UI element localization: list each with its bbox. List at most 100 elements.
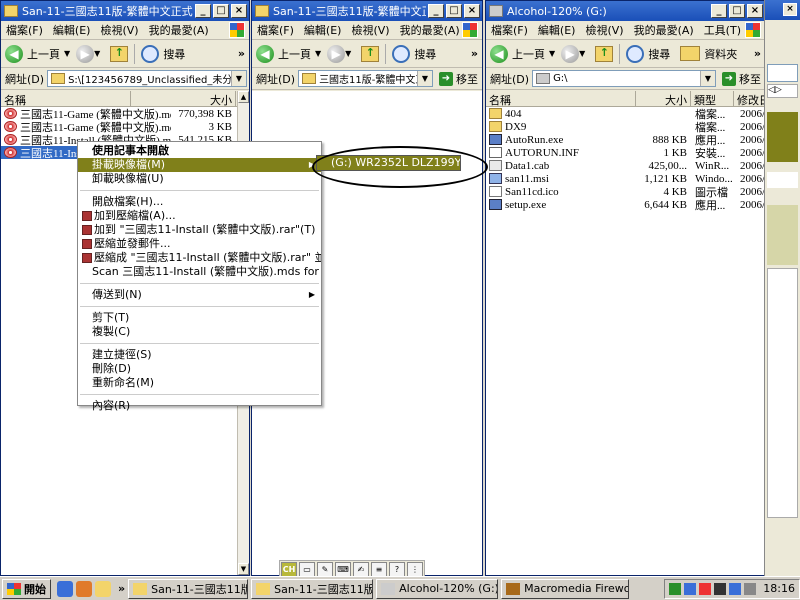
folder-up-icon[interactable]: ↑ <box>361 45 380 62</box>
search-icon[interactable] <box>626 44 645 63</box>
menu-item-send-to[interactable]: 傳送到(N) ▶ <box>78 288 321 302</box>
file-row[interactable]: AutoRun.exe 888 KB 應用... 2006/5/ <box>486 133 765 146</box>
menu-item-mount-image[interactable]: 掛載映像檔(M) ▶ <box>78 158 321 172</box>
folder-up-icon[interactable]: ↑ <box>595 45 614 62</box>
menu-favorites[interactable]: 我的最愛(A) <box>144 22 214 38</box>
menu-file[interactable]: 檔案(F) <box>486 22 533 38</box>
search-button[interactable]: 搜尋 <box>414 46 436 62</box>
ime-fullwidth-icon[interactable]: ▭ <box>299 561 315 577</box>
minimize-button[interactable]: _ <box>195 4 211 18</box>
close-button[interactable]: × <box>464 4 480 18</box>
menu-tools[interactable]: 工具(T) <box>699 22 746 38</box>
tray-icon[interactable] <box>669 582 682 595</box>
menu-item-properties[interactable]: 內容(R) <box>78 399 321 413</box>
tray-icon[interactable] <box>744 582 757 595</box>
address-input[interactable]: G:\ ▼ <box>532 70 716 87</box>
folders-button[interactable]: 資料夾 <box>704 46 737 62</box>
file-row[interactable]: San11cd.ico 4 KB 圖示檔 2006/5/ <box>486 185 765 198</box>
address-input[interactable]: 三國志11版-繁體中文正式版 ▼ <box>298 70 433 87</box>
column-name[interactable]: 名稱 <box>1 91 131 106</box>
close-button[interactable]: × <box>231 4 247 18</box>
column-name[interactable]: 名稱 <box>486 91 636 106</box>
taskbar-task[interactable]: San-11-三國志11版-繁... <box>251 578 374 599</box>
ie-icon[interactable] <box>57 580 73 597</box>
taskbar-task[interactable]: San-11-三國志11版-繁... <box>128 578 249 599</box>
quick-launch-chevron[interactable]: » <box>118 582 125 595</box>
go-button[interactable]: ➜ 移至 <box>722 71 761 87</box>
taskbar-task[interactable]: Macromedia Fireworks M... <box>501 578 630 599</box>
title-bar[interactable]: San-11-三國志11版-繁體中文正式版 _ □ × <box>252 1 482 21</box>
back-dropdown-icon[interactable]: ▼ <box>64 49 70 58</box>
scroll-down-icon[interactable]: ▼ <box>238 563 249 575</box>
folder-up-icon[interactable]: ↑ <box>110 45 129 62</box>
title-bar[interactable]: San-11-三國志11版-繁體中文正式版-[Cyndi] _ □ × <box>1 1 249 21</box>
search-icon[interactable] <box>392 44 411 63</box>
tray-icon[interactable] <box>729 582 742 595</box>
file-row[interactable]: 404 檔案... 2006/7/ <box>486 107 765 120</box>
search-button[interactable]: 搜尋 <box>163 46 185 62</box>
clock[interactable]: 18:16 <box>763 582 795 595</box>
menu-item-add-archive[interactable]: 加到壓縮檔(A)... <box>78 209 321 223</box>
file-row[interactable]: 三國志11-Game (繁體中文版).mds 3 KB M <box>1 120 249 133</box>
forward-arrow-icon[interactable]: ▶ <box>76 44 95 63</box>
menu-item-open-notepad[interactable]: 使用記事本開啟 <box>78 144 321 158</box>
menu-view[interactable]: 檢視(V) <box>95 22 143 38</box>
back-button[interactable]: 上一頁 <box>512 46 545 62</box>
folders-icon[interactable] <box>680 46 701 61</box>
ime-menu-icon[interactable]: ≡ <box>371 561 387 577</box>
maximize-button[interactable]: □ <box>213 4 229 18</box>
menu-item-compress-email[interactable]: 壓縮並發郵件... <box>78 237 321 251</box>
menu-item-open-file[interactable]: 開啟檔案(H)... <box>78 195 321 209</box>
menu-item-copy[interactable]: 複製(C) <box>78 325 321 339</box>
column-size[interactable]: 大小 <box>131 91 236 106</box>
panel-footer[interactable] <box>767 560 798 574</box>
toolbar-chevron[interactable]: » <box>471 47 482 60</box>
file-row[interactable]: AUTORUN.INF 1 KB 安裝... 2006/5/ <box>486 146 765 159</box>
menu-item-unmount-image[interactable]: 卸載映像檔(U) <box>78 172 321 186</box>
submenu-virtual-drive[interactable]: (G:) WR2352L DLZ199Y (0) <box>316 155 461 171</box>
tray-icon[interactable] <box>684 582 697 595</box>
ime-options-icon[interactable]: ⋮ <box>407 561 423 577</box>
search-icon[interactable] <box>141 44 160 63</box>
menu-item-create-shortcut[interactable]: 建立捷徑(S) <box>78 348 321 362</box>
forward-dropdown-icon[interactable]: ▼ <box>579 49 585 58</box>
tray-icon[interactable] <box>699 582 712 595</box>
back-arrow-icon[interactable]: ◀ <box>256 44 274 63</box>
search-button[interactable]: 搜尋 <box>648 46 670 62</box>
menu-view[interactable]: 檢視(V) <box>580 22 628 38</box>
forward-arrow-icon[interactable]: ▶ <box>561 44 580 63</box>
ime-wrench-icon[interactable]: ✎ <box>317 561 333 577</box>
minimize-button[interactable]: _ <box>428 4 444 18</box>
menu-file[interactable]: 檔案(F) <box>1 22 48 38</box>
close-button[interactable]: × <box>747 4 763 18</box>
menu-view[interactable]: 檢視(V) <box>346 22 394 38</box>
scroll-up-icon[interactable]: ▲ <box>238 91 249 103</box>
menu-item-cut[interactable]: 剪下(T) <box>78 311 321 325</box>
menu-item-add-rar[interactable]: 加到 "三國志11-Install (繁體中文版).rar"(T) <box>78 223 321 237</box>
close-button[interactable]: × <box>783 3 797 16</box>
file-row[interactable]: 三國志11-Game (繁體中文版).mdf 770,398 KB M <box>1 107 249 120</box>
ime-chinese-button[interactable]: CH <box>281 561 297 577</box>
go-button[interactable]: ➜ 移至 <box>439 71 478 87</box>
menu-favorites[interactable]: 我的最愛(A) <box>395 22 465 38</box>
menu-edit[interactable]: 編輯(E) <box>48 22 96 38</box>
ime-pen-icon[interactable]: ✍ <box>353 561 369 577</box>
back-dropdown-icon[interactable]: ▼ <box>315 49 321 58</box>
menu-edit[interactable]: 編輯(E) <box>533 22 581 38</box>
menu-item-scan-viruses[interactable]: Scan 三國志11-Install (繁體中文版).mds for Virus… <box>78 265 321 279</box>
column-type[interactable]: 類型 <box>691 91 734 106</box>
toolbar-chevron[interactable]: » <box>238 47 249 60</box>
forward-dropdown-icon[interactable]: ▼ <box>94 49 100 58</box>
address-input[interactable] <box>767 64 798 82</box>
taskbar-task[interactable]: Alcohol-120% (G:) <box>376 578 499 599</box>
minimize-button[interactable]: _ <box>711 4 727 18</box>
back-arrow-icon[interactable]: ◀ <box>5 44 23 63</box>
start-button[interactable]: 開始 <box>2 578 51 599</box>
menu-item-rename[interactable]: 重新命名(M) <box>78 376 321 390</box>
back-arrow-icon[interactable]: ◀ <box>490 44 508 63</box>
file-row[interactable]: DX9 檔案... 2006/7/ <box>486 120 765 133</box>
forward-dropdown-icon[interactable]: ▼ <box>345 49 351 58</box>
address-dropdown-icon[interactable]: ▼ <box>700 71 715 86</box>
address-input[interactable]: S:\[123456789_Unclassified_未分 ▼ <box>47 70 247 87</box>
menu-item-delete[interactable]: 刪除(D) <box>78 362 321 376</box>
